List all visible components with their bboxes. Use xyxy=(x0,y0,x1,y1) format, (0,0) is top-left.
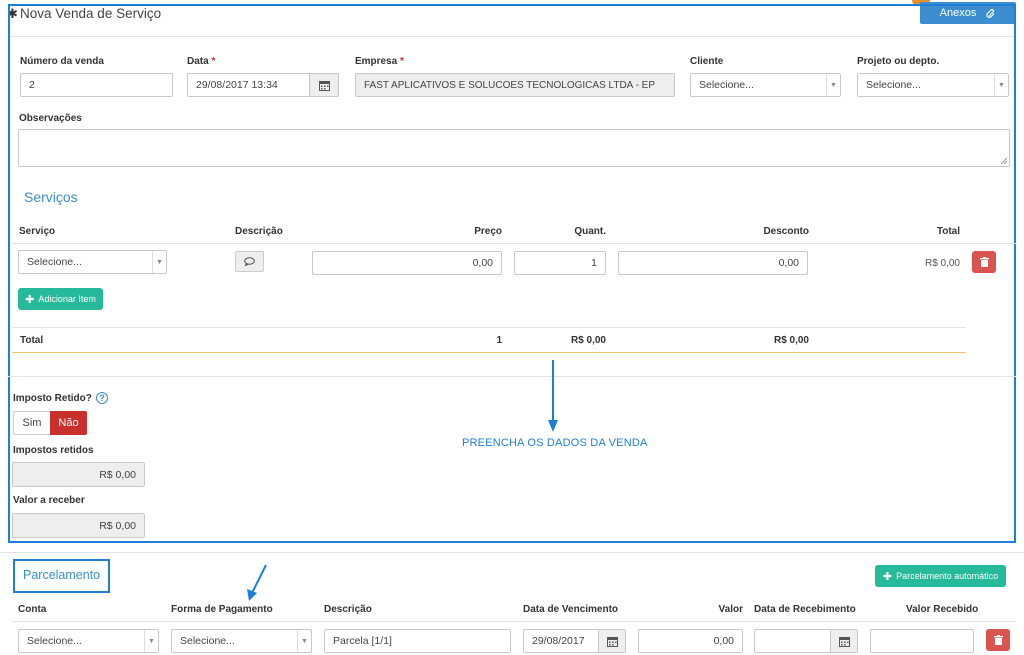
cliente-label: Cliente xyxy=(690,56,724,67)
chevron-down-icon: ▼ xyxy=(144,630,158,652)
valor-receber-input: R$ 0,00 xyxy=(12,513,145,538)
valor-receber-label: Valor a receber xyxy=(13,495,85,506)
projeto-select[interactable]: Selecione... ▼ xyxy=(857,73,1009,97)
toggle-nao[interactable]: Não xyxy=(50,411,87,435)
trash-icon xyxy=(993,635,1003,645)
data-input[interactable]: 29/08/2017 13:34 xyxy=(187,73,339,97)
totals-desconto: R$ 0,00 xyxy=(773,335,809,346)
descricao-button[interactable] xyxy=(235,251,264,272)
col-valor: Valor xyxy=(718,604,743,615)
servicos-title: Serviços xyxy=(24,189,78,205)
servico-select[interactable]: Selecione... ▼ xyxy=(18,250,167,274)
col-conta: Conta xyxy=(18,604,47,615)
empresa-label: Empresa * xyxy=(355,56,404,67)
preco-input[interactable]: 0,00 xyxy=(312,251,502,275)
obs-label: Observações xyxy=(19,113,82,124)
valor-input[interactable]: 0,00 xyxy=(638,629,743,653)
desconto-input[interactable]: 0,00 xyxy=(618,251,808,275)
calendar-icon[interactable] xyxy=(830,630,857,652)
col-servico: Serviço xyxy=(19,226,56,237)
data-label: Data * xyxy=(187,56,216,67)
chevron-down-icon: ▼ xyxy=(152,251,166,273)
col-preco: Preço xyxy=(474,226,502,237)
col-total: Total xyxy=(936,226,960,237)
descricao-parcela-input[interactable]: Parcela [1/1] xyxy=(324,629,511,653)
comment-icon xyxy=(244,257,255,266)
imposto-retido-label: Imposto Retido? xyxy=(13,393,92,404)
calendar-icon[interactable] xyxy=(598,630,625,652)
totals-underline xyxy=(12,352,966,353)
chevron-down-icon: ▼ xyxy=(297,630,311,652)
conta-select[interactable]: Selecione... ▼ xyxy=(18,629,159,653)
help-icon[interactable]: ? xyxy=(96,392,108,404)
calendar-icon[interactable] xyxy=(309,74,338,96)
parcelamento-automatico-button[interactable]: ✚ Parcelamento automático xyxy=(875,565,1006,587)
plus-icon: ✚ xyxy=(25,293,35,306)
row-total-value: R$ 0,00 xyxy=(924,258,960,269)
annotation-arrow-diagonal xyxy=(247,564,267,601)
impostos-retidos-input: R$ 0,00 xyxy=(12,462,145,487)
obs-textarea[interactable] xyxy=(18,129,1010,167)
annotation-arrow-down xyxy=(548,360,558,432)
trash-icon xyxy=(979,257,989,267)
chevron-down-icon: ▼ xyxy=(994,74,1008,96)
impostos-retidos-label: Impostos retidos xyxy=(13,445,94,456)
totals-quant: 1 xyxy=(496,335,502,346)
col-data-recebimento: Data de Recebimento xyxy=(754,604,856,615)
totals-label: Total xyxy=(20,335,44,346)
col-descricao-parcela: Descrição xyxy=(324,604,372,615)
col-desconto: Desconto xyxy=(763,226,809,237)
delete-parcela-button[interactable] xyxy=(986,629,1010,651)
col-data-vencimento: Data de Vencimento xyxy=(523,604,619,615)
data-vencimento-input[interactable]: 29/08/2017 xyxy=(523,629,626,653)
quant-input[interactable]: 1 xyxy=(514,251,606,275)
parcelamento-title: Parcelamento xyxy=(23,568,101,582)
data-recebimento-input[interactable] xyxy=(754,629,858,653)
numero-label: Número da venda xyxy=(20,56,104,67)
toggle-sim[interactable]: Sim xyxy=(13,411,50,435)
col-descricao: Descrição xyxy=(235,226,283,237)
col-quant: Quant. xyxy=(574,226,606,237)
chevron-down-icon: ▼ xyxy=(826,74,840,96)
delete-item-button[interactable] xyxy=(972,251,996,273)
resize-handle-icon[interactable] xyxy=(1000,157,1008,165)
numero-input[interactable]: 2 xyxy=(20,73,173,97)
cliente-select[interactable]: Selecione... ▼ xyxy=(690,73,841,97)
col-valor-recebido: Valor Recebido xyxy=(906,604,979,615)
totals-preco: R$ 0,00 xyxy=(570,335,606,346)
valor-recebido-input[interactable] xyxy=(870,629,974,653)
forma-pagamento-select[interactable]: Selecione... ▼ xyxy=(171,629,312,653)
add-item-button[interactable]: ✚ Adicionar Item xyxy=(18,288,103,310)
empresa-input: FAST APLICATIVOS E SOLUCOES TECNOLOGICAS… xyxy=(355,73,675,97)
plus-icon: ✚ xyxy=(882,570,893,583)
col-forma-pagamento: Forma de Pagamento xyxy=(171,604,273,615)
projeto-label: Projeto ou depto. xyxy=(857,56,940,67)
annotation-text: PREENCHA OS DADOS DA VENDA xyxy=(462,437,648,449)
